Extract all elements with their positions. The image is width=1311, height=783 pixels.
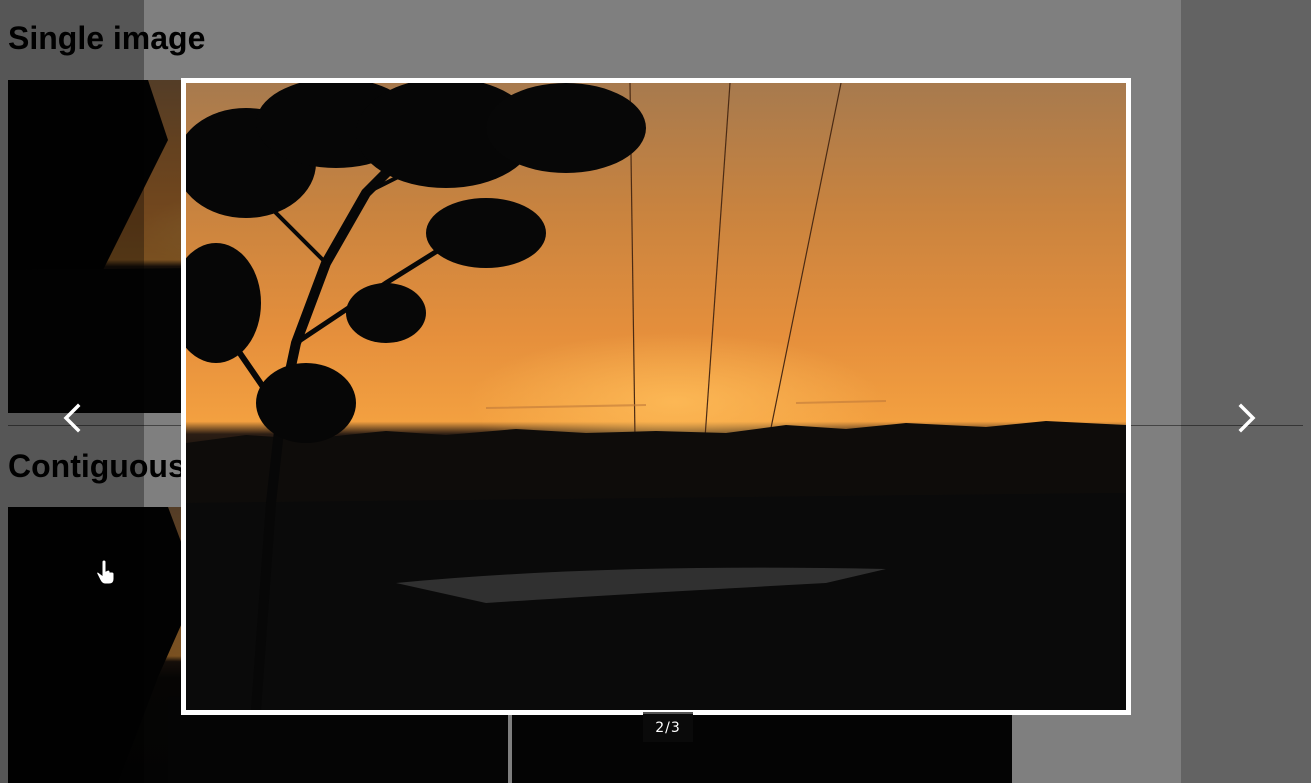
lightbox-frame [181, 78, 1131, 715]
lightbox-next-button[interactable] [1227, 398, 1267, 438]
chevron-left-icon [63, 403, 81, 433]
lightbox-next-zone[interactable] [1181, 0, 1311, 783]
lightbox-counter: 2/3 [643, 712, 693, 742]
chevron-right-icon [1238, 403, 1256, 433]
counter-top-border [643, 712, 693, 714]
lightbox-prev-zone[interactable] [0, 0, 144, 783]
hand-cursor-icon [96, 560, 115, 585]
lightbox-prev-button[interactable] [52, 398, 92, 438]
lightbox-image[interactable] [186, 83, 1126, 710]
